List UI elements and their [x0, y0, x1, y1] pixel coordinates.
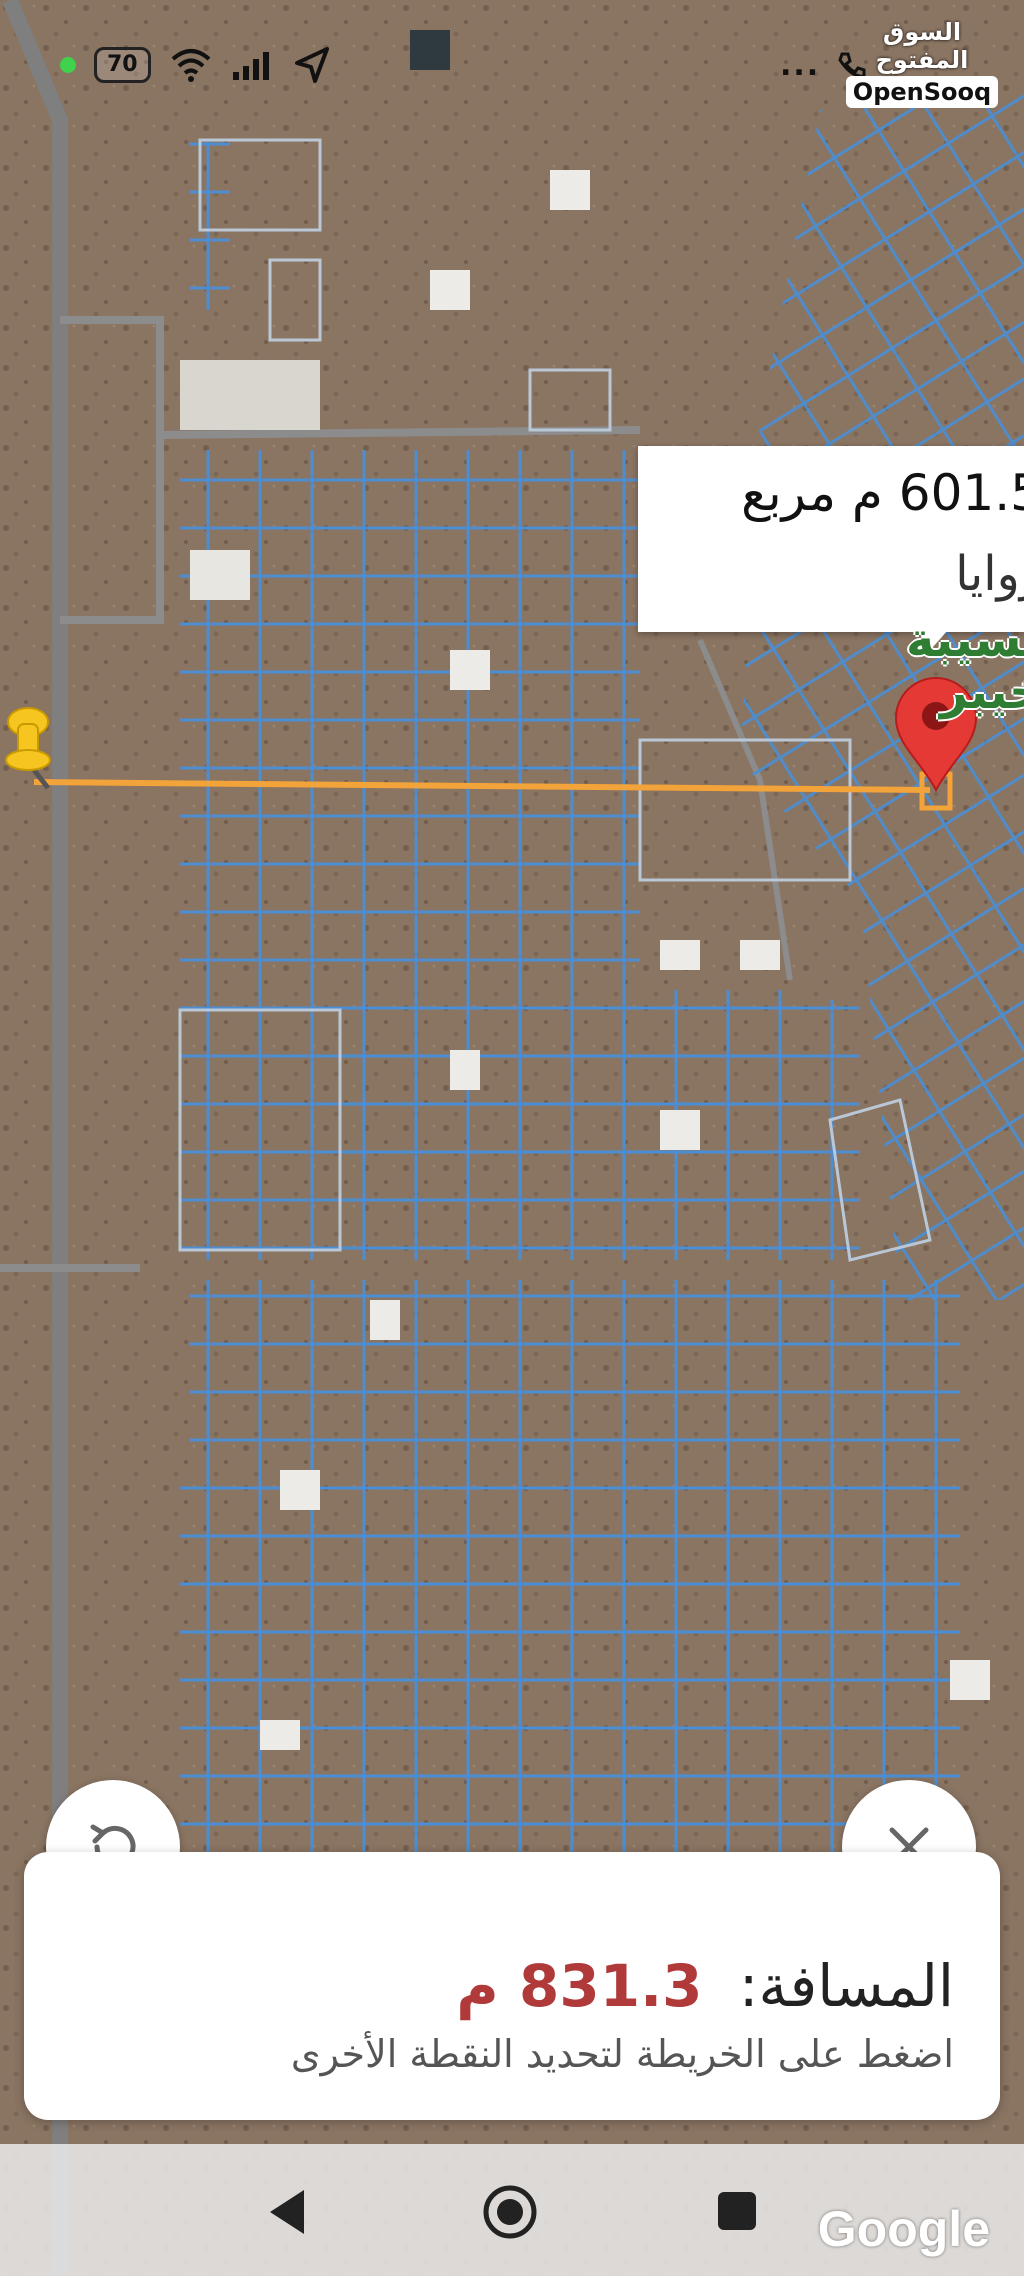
distance-row: المسافة: 831.3 م [456, 1952, 954, 2020]
location-arrow-icon [294, 47, 329, 83]
corners-count: ٤ زوايا [955, 546, 1024, 602]
signal-icon [232, 52, 269, 80]
map-place-label: نسيبة [906, 612, 1024, 668]
battery-indicator: 70 [94, 47, 151, 83]
map-place-label-2: خيبر [940, 664, 1024, 720]
logo-arabic: السوق المفتوح [875, 18, 969, 74]
logo-english: OpenSooq [846, 76, 998, 108]
area-value: ة 601.5 م مربع [741, 464, 1024, 522]
back-icon[interactable] [266, 2188, 308, 2236]
distance-value: 831.3 م [456, 1952, 703, 2020]
distance-label: المسافة: [738, 1952, 954, 2020]
measurement-panel: المسافة: 831.3 م اضغط على الخريطة لتحديد… [24, 1852, 1000, 2120]
home-icon[interactable] [482, 2184, 538, 2240]
area-info-popup: ة 601.5 م مربع ٤ زوايا [638, 446, 1024, 632]
google-attribution: Google [817, 2201, 990, 2257]
recents-icon[interactable] [716, 2190, 758, 2232]
wifi-icon [171, 49, 210, 82]
notification-dot [60, 57, 76, 73]
opensooq-logo: السوق المفتوح OpenSooq [846, 18, 998, 108]
status-bar: 70 [60, 40, 331, 90]
more-icon: ... [780, 48, 821, 83]
instruction-text: اضغط على الخريطة لتحديد النقطة الأخرى [290, 2032, 954, 2076]
